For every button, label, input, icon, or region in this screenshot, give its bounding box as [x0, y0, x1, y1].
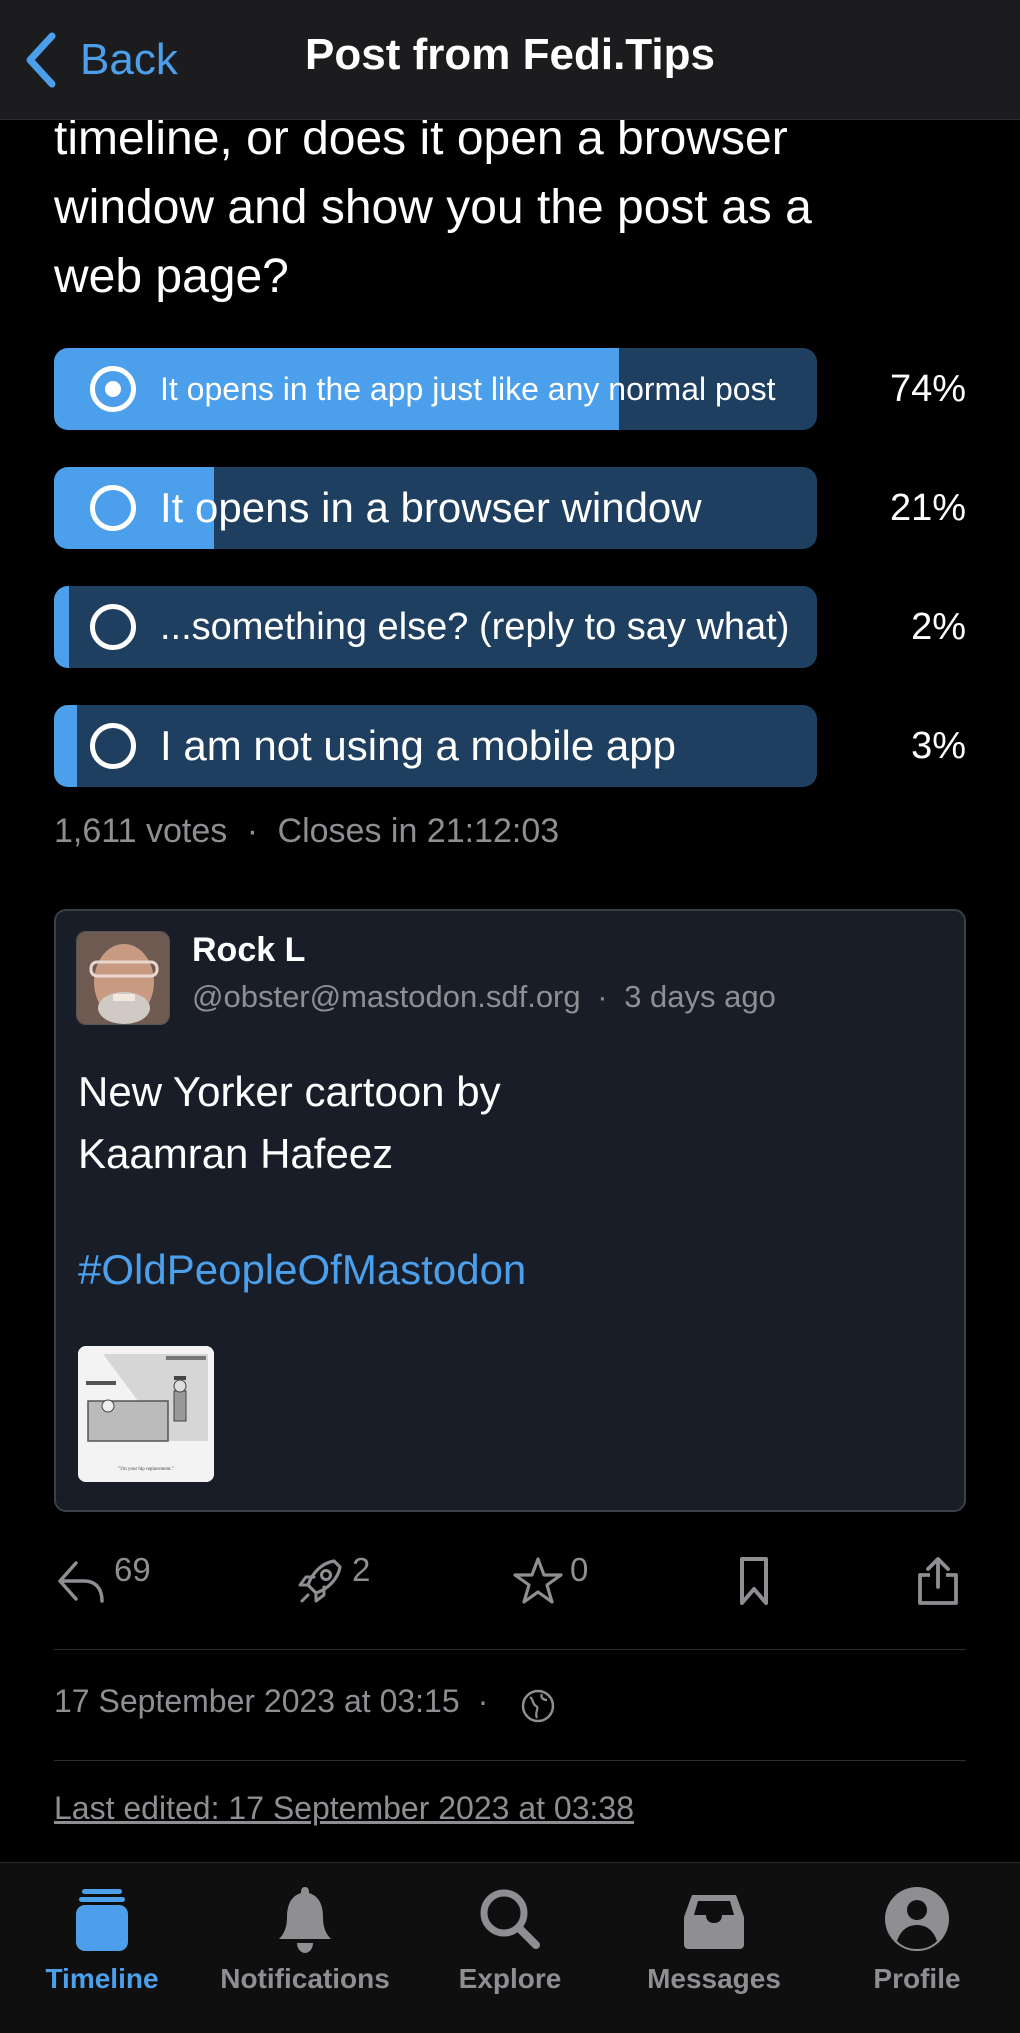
post-action-bar: 69 2 0 — [54, 1551, 966, 1615]
poll-option-percent: 21% — [889, 487, 966, 529]
share-icon — [918, 1557, 958, 1605]
bookmark-icon — [740, 1557, 768, 1605]
tab-timeline[interactable]: Timeline — [2, 1883, 202, 1995]
radio-selected-icon — [90, 366, 136, 412]
poll-option[interactable]: It opens in the app just like any normal… — [54, 348, 966, 430]
poll-option-percent: 74% — [889, 368, 966, 410]
reply-count: 69 — [114, 1551, 151, 1588]
post-text-line: window and show you the post as a — [54, 181, 812, 234]
profile-icon — [885, 1887, 949, 1951]
post-timestamp: 17 September 2023 at 03:15 — [54, 1682, 460, 1719]
star-icon — [513, 1557, 563, 1604]
quoted-post-text: New Yorker cartoon by Kaamran Hafeez — [78, 1061, 501, 1185]
tab-explore[interactable]: Explore — [410, 1883, 610, 1995]
bookmark-button[interactable] — [728, 1555, 780, 1607]
reply-icon — [58, 1561, 104, 1603]
last-edited-link[interactable]: Last edited: 17 September 2023 at 03:38 — [54, 1790, 634, 1827]
quoted-author-meta: @obster@mastodon.sdf.org · 3 days ago — [192, 979, 776, 1015]
radio-unselected-icon — [90, 723, 136, 769]
poll-meta: 1,611 votes · Closes in 21:12:03 — [54, 812, 559, 851]
tab-label: Notifications — [220, 1963, 390, 1994]
tab-label: Profile — [873, 1963, 961, 1994]
tab-label: Timeline — [45, 1963, 159, 1994]
bell-icon — [279, 1887, 331, 1953]
divider — [54, 1760, 966, 1761]
search-icon — [480, 1889, 540, 1949]
inbox-icon — [684, 1895, 744, 1949]
quoted-author-name[interactable]: Rock L — [192, 931, 305, 970]
boost-button[interactable]: 2 — [294, 1551, 370, 1607]
post-text-line: web page? — [54, 250, 289, 303]
poll-option-label: It opens in the app just like any normal… — [160, 370, 776, 407]
poll-meta-separator: · — [246, 812, 259, 850]
quoted-author-handle: @obster@mastodon.sdf.org — [192, 979, 581, 1014]
rocket-icon — [298, 1559, 342, 1603]
tab-label: Explore — [458, 1963, 562, 1994]
poll-option[interactable]: I am not using a mobile app 3% — [54, 705, 966, 787]
tab-label: Messages — [647, 1963, 781, 1994]
poll-option-percent: 3% — [911, 725, 966, 767]
poll-option-label: It opens in a browser window — [160, 484, 702, 531]
poll-option-fill — [54, 586, 70, 668]
poll-option-label: I am not using a mobile app — [160, 722, 676, 769]
quoted-relative-time: 3 days ago — [624, 979, 776, 1014]
tab-notifications[interactable]: Notifications — [205, 1883, 405, 1995]
timestamp-separator: · — [477, 1682, 489, 1719]
meta-separator: · — [597, 979, 608, 1014]
avatar[interactable] — [76, 931, 170, 1025]
cartoon-thumbnail: "I'm your hip replacement." — [78, 1346, 214, 1482]
timeline-icon — [76, 1889, 128, 1951]
favourite-button[interactable]: 0 — [512, 1551, 588, 1607]
quoted-text-line: Kaamran Hafeez — [78, 1130, 394, 1177]
radio-unselected-icon — [90, 485, 136, 531]
tab-profile[interactable]: Profile — [817, 1883, 1017, 1995]
poll-option-label: ...something else? (reply to say what) — [160, 605, 790, 648]
poll-closes: Closes in 21:12:03 — [277, 812, 560, 850]
share-button[interactable] — [912, 1555, 964, 1607]
page-title: Post from Fedi.Tips — [305, 30, 715, 79]
poll-option[interactable]: ...something else? (reply to say what) 2… — [54, 586, 966, 668]
quoted-text-line: New Yorker cartoon by — [78, 1068, 501, 1115]
image-attachment[interactable]: "I'm your hip replacement." — [78, 1346, 214, 1482]
poll-votes: 1,611 votes — [54, 812, 228, 850]
poll: It opens in the app just like any normal… — [54, 348, 966, 824]
poll-option-percent: 2% — [911, 606, 966, 648]
globe-icon — [522, 1689, 555, 1723]
quoted-post-card[interactable]: Rock L @obster@mastodon.sdf.org · 3 days… — [54, 909, 966, 1512]
radio-unselected-icon — [90, 604, 136, 650]
poll-option[interactable]: It opens in a browser window 21% — [54, 467, 966, 549]
tab-bar: Timeline Notifications Explore Messages … — [0, 1862, 1020, 2033]
reply-button[interactable]: 69 — [56, 1551, 151, 1607]
poll-option-fill — [54, 705, 77, 787]
hashtag-link[interactable]: #OldPeopleOfMastodon — [78, 1246, 526, 1294]
post-content: timeline, or does it open a browser wind… — [54, 104, 954, 311]
divider — [54, 1649, 966, 1650]
tab-messages[interactable]: Messages — [614, 1883, 814, 1995]
post-timestamp-row: 17 September 2023 at 03:15 · — [54, 1678, 556, 1724]
cartoon-caption: "I'm your hip replacement." — [118, 1467, 174, 1472]
boost-count: 2 — [352, 1551, 371, 1588]
favourite-count: 0 — [570, 1551, 589, 1588]
navigation-bar: Back Post from Fedi.Tips — [0, 0, 1020, 120]
